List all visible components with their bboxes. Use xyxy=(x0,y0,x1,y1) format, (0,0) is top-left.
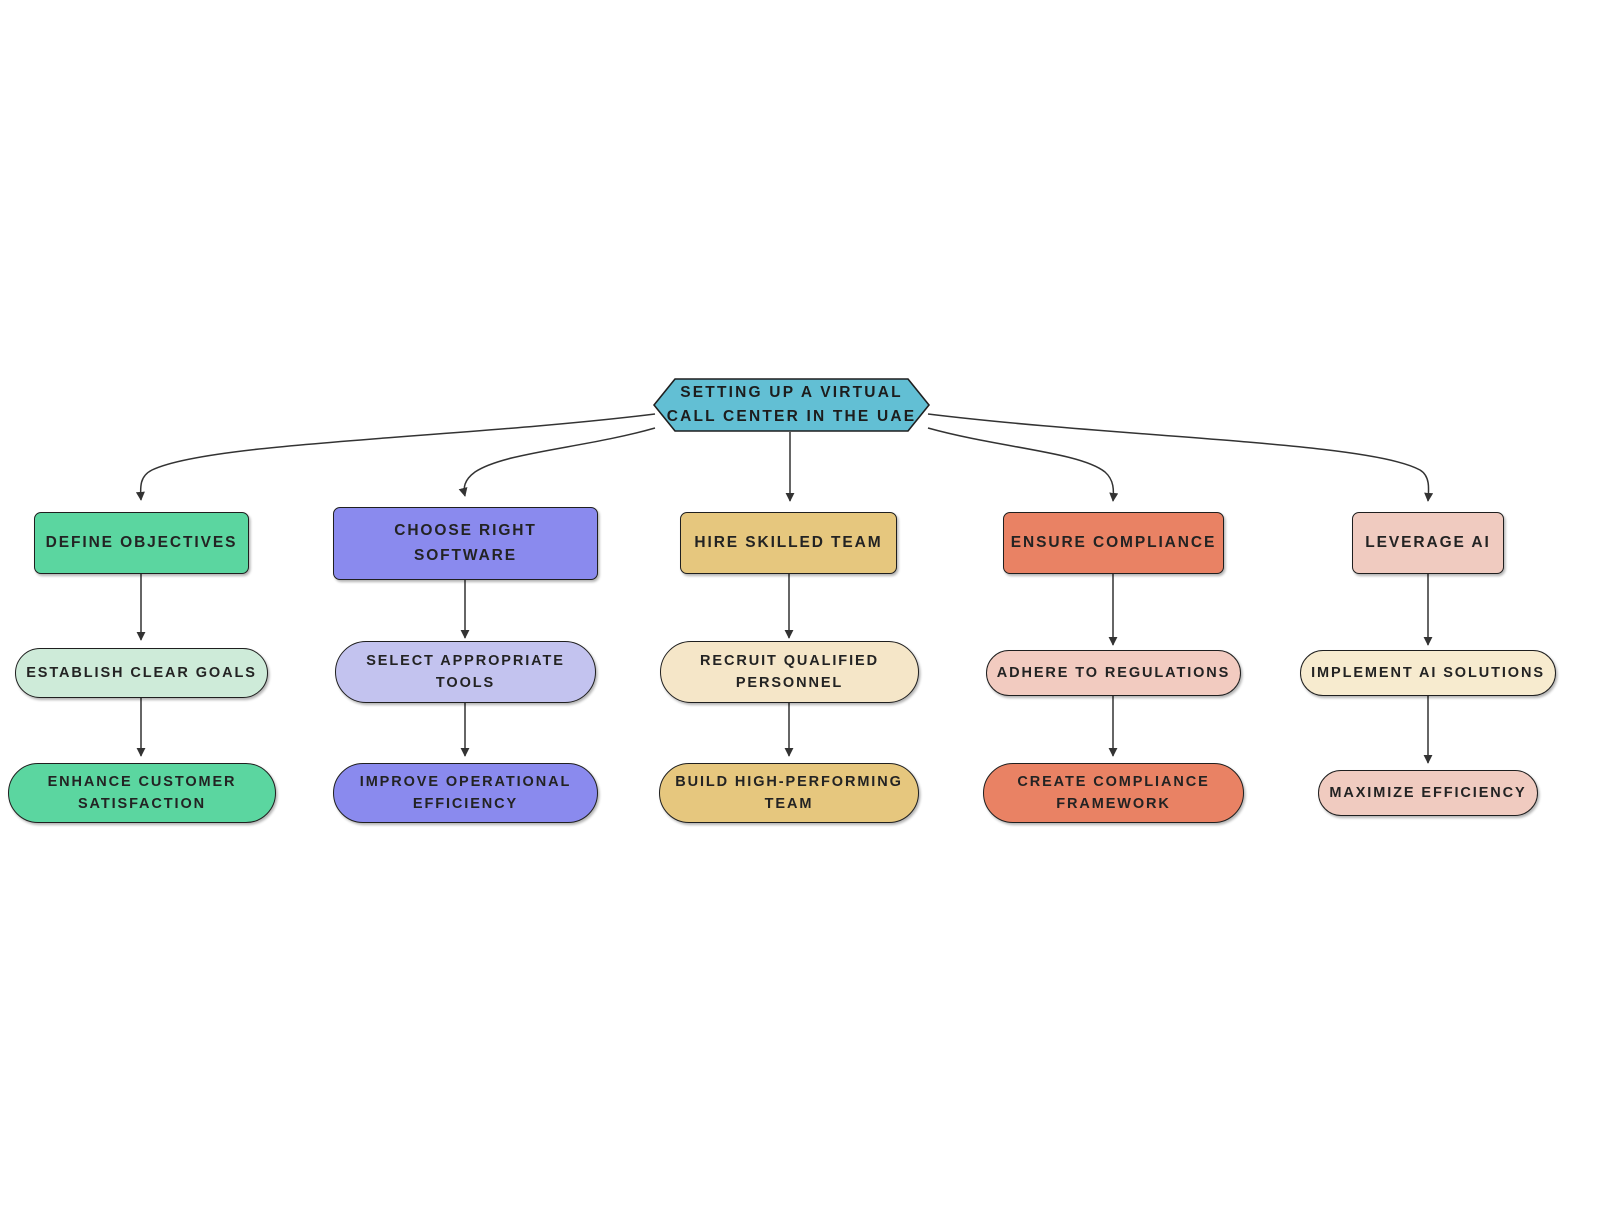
node-select-appropriate-tools-label: Select Appropriate Tools xyxy=(366,652,565,691)
node-improve-operational-efficiency[interactable]: Improve Operational Efficiency xyxy=(333,763,598,823)
node-maximize-efficiency-label: Maximize Efficiency xyxy=(1329,784,1527,801)
node-create-compliance-framework-label: Create Compliance Framework xyxy=(1017,773,1210,812)
node-establish-clear-goals-label: Establish Clear Goals xyxy=(26,664,257,681)
node-choose-right-software-label: Choose Right Software xyxy=(394,522,537,564)
node-create-compliance-framework[interactable]: Create Compliance Framework xyxy=(983,763,1244,823)
node-recruit-qualified-personnel-label: Recruit Qualified Personnel xyxy=(700,652,879,691)
node-recruit-qualified-personnel[interactable]: Recruit Qualified Personnel xyxy=(660,641,919,703)
node-ensure-compliance[interactable]: Ensure Compliance xyxy=(1003,512,1224,574)
node-leverage-ai-label: Leverage AI xyxy=(1365,533,1491,551)
edge-root-to-define-objectives xyxy=(135,413,656,501)
node-hire-skilled-team-label: Hire Skilled Team xyxy=(694,533,883,551)
node-establish-clear-goals[interactable]: Establish Clear Goals xyxy=(15,648,268,698)
flowchart-canvas: Setting Up a Virtual Call Center in the … xyxy=(0,0,1600,1232)
node-leverage-ai[interactable]: Leverage AI xyxy=(1352,512,1504,574)
edge-layer xyxy=(135,413,1434,764)
edge-root-to-leverage-ai xyxy=(927,413,1434,502)
node-enhance-customer-satisfaction[interactable]: Enhance Customer Satisfaction xyxy=(8,763,276,823)
edge-root-to-ensure-compliance xyxy=(927,427,1119,502)
node-build-high-performing-team[interactable]: Build High-Performing Team xyxy=(659,763,919,823)
node-implement-ai-solutions-label: Implement AI Solutions xyxy=(1311,664,1545,681)
node-implement-ai-solutions[interactable]: Implement AI Solutions xyxy=(1300,650,1556,696)
node-choose-right-software[interactable]: Choose Right Software xyxy=(333,507,598,580)
node-define-objectives-label: Define Objectives xyxy=(45,533,238,551)
node-ensure-compliance-label: Ensure Compliance xyxy=(1010,533,1217,551)
node-adhere-to-regulations-label: Adhere to Regulations xyxy=(996,664,1231,681)
node-maximize-efficiency[interactable]: Maximize Efficiency xyxy=(1318,770,1538,816)
node-build-high-performing-team-label: Build High-Performing Team xyxy=(675,773,903,812)
node-adhere-to-regulations[interactable]: Adhere to Regulations xyxy=(986,650,1241,696)
edge-root-to-choose-right-software xyxy=(458,427,656,497)
node-root-label: Setting Up a Virtual Call Center in the … xyxy=(666,383,917,425)
node-define-objectives[interactable]: Define Objectives xyxy=(34,512,249,574)
node-select-appropriate-tools[interactable]: Select Appropriate Tools xyxy=(335,641,596,703)
node-enhance-customer-satisfaction-label: Enhance Customer Satisfaction xyxy=(47,773,237,812)
node-improve-operational-efficiency-label: Improve Operational Efficiency xyxy=(359,773,572,812)
node-hire-skilled-team[interactable]: Hire Skilled Team xyxy=(680,512,897,574)
node-root[interactable]: Setting Up a Virtual Call Center in the … xyxy=(653,378,930,432)
